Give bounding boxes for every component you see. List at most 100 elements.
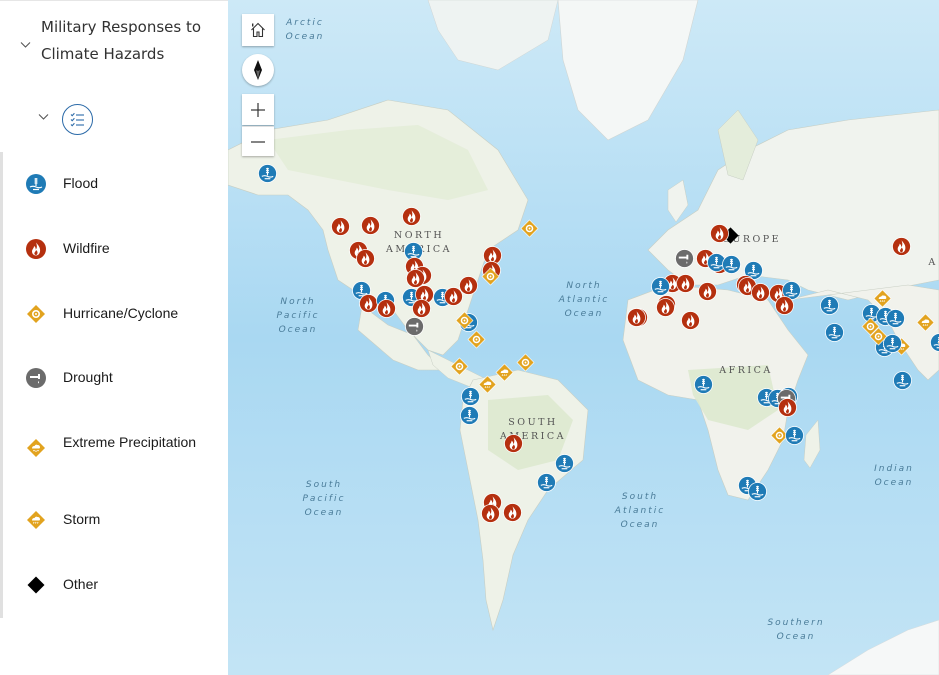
map-marker-wildfire[interactable] [360,215,380,235]
map-marker-wildfire[interactable] [774,295,794,315]
legend-label: Storm [63,511,101,527]
wildfire-icon [709,223,729,243]
chevron-down-icon[interactable] [20,40,32,52]
continent-label-text: AFRICA [719,365,773,376]
legend-label: Wildfire [63,240,110,256]
ocean-label-southern: Southern Ocean [764,616,828,644]
map-marker-hurricane[interactable] [481,267,500,286]
map-marker-flood[interactable] [693,374,713,394]
wildfire-icon [330,216,350,236]
flood-icon [892,370,912,390]
continent-label-text: A [928,257,938,268]
map-marker-wildfire[interactable] [891,236,911,256]
legend-toggle[interactable] [38,104,98,136]
layer-title: Military Responses to Climate Hazards [41,18,202,63]
ocean-label-text: South Atlantic Ocean [614,492,666,530]
map-view[interactable]: Arctic Ocean North Pacific Ocean North A… [228,0,939,675]
hurricane-icon [455,311,473,329]
map-marker-wildfire[interactable] [680,310,700,330]
ocean-label-south-atlantic: South Atlantic Ocean [610,490,670,532]
map-marker-wildfire[interactable] [480,503,500,523]
compass-button[interactable] [242,54,274,86]
map-marker-flood[interactable] [554,453,574,473]
map-marker-flood[interactable] [819,295,839,315]
map-marker-hurricane[interactable] [450,357,469,376]
map-marker-flood[interactable] [721,254,741,274]
map-marker-wildfire[interactable] [655,297,675,317]
hurricane-icon [481,267,499,285]
map-marker-drought[interactable] [674,248,694,268]
home-button[interactable] [242,14,274,46]
map-marker-wildfire[interactable] [675,273,695,293]
flood-icon [536,472,556,492]
map-marker-wildfire[interactable] [502,502,522,522]
map-marker-wildfire[interactable] [503,433,523,453]
flood-icon [460,386,480,406]
map-marker-flood[interactable] [882,333,902,353]
wildfire-icon [503,433,523,453]
map-marker-wildfire[interactable] [355,248,375,268]
legend-label: Extreme Precipitation [63,434,197,450]
hurricane-icon [520,219,538,237]
flood-icon [784,425,804,445]
map-marker-flood[interactable] [536,472,556,492]
map-marker-hurricane[interactable] [516,353,535,372]
continent-label-africa: AFRICA [716,364,776,378]
chevron-down-icon[interactable] [38,112,49,124]
flood-icon [819,295,839,315]
wildfire-icon [891,236,911,256]
wildfire-icon [675,273,695,293]
map-marker-storm[interactable] [495,363,514,382]
flood-icon [693,374,713,394]
map-marker-wildfire[interactable] [411,298,431,318]
map-marker-flood[interactable] [459,405,479,425]
map-marker-wildfire[interactable] [458,275,478,295]
map-marker-hurricane[interactable] [520,219,539,238]
home-icon [251,22,265,38]
flood-icon [459,405,479,425]
map-marker-flood[interactable] [257,163,277,183]
map-marker-flood[interactable] [784,425,804,445]
map-marker-hurricane[interactable] [467,330,486,349]
legend-list-icon[interactable] [62,104,93,135]
map-marker-wildfire[interactable] [750,282,770,302]
storm-icon [26,510,46,530]
ocean-label-south-pacific: South Pacific Ocean [298,478,350,520]
map-marker-flood[interactable] [824,322,844,342]
flood-icon [882,333,902,353]
map-marker-flood[interactable] [892,370,912,390]
legend-item-wildfire: Wildfire [3,229,228,269]
legend-item-hurricane-cyclone: Hurricane/Cyclone [3,294,228,334]
legend-label: Hurricane/Cyclone [63,305,179,321]
map-marker-flood[interactable] [460,386,480,406]
hurricane-icon [516,353,534,371]
map-marker-wildfire[interactable] [709,223,729,243]
minus-icon [251,140,265,143]
legend-item-storm: Storm [3,500,228,540]
map-marker-wildfire[interactable] [626,307,646,327]
map-marker-wildfire[interactable] [330,216,350,236]
zoom-in-button[interactable] [242,94,274,125]
map-marker-wildfire[interactable] [777,397,797,417]
map-marker-wildfire[interactable] [401,206,421,226]
map-marker-drought[interactable] [404,316,424,336]
wildfire-icon [626,307,646,327]
extreme-precipitation-icon [26,438,46,458]
map-marker-hurricane[interactable] [455,311,474,330]
legend-item-other: Other [3,565,228,605]
map-marker-flood[interactable] [885,308,905,328]
flood-icon [721,254,741,274]
ocean-label-north-pacific: North Pacific Ocean [272,295,324,337]
flood-icon [824,322,844,342]
drought-icon [404,316,424,336]
wildfire-icon [777,397,797,417]
map-marker-flood[interactable] [747,481,767,501]
drought-icon [26,368,46,388]
legend-label: Other [63,576,99,592]
ocean-label-text: Indian Ocean [874,464,914,488]
map-marker-wildfire[interactable] [376,298,396,318]
map-marker-wildfire[interactable] [697,281,717,301]
zoom-out-button[interactable] [242,126,274,156]
map-marker-storm[interactable] [916,313,935,332]
map-marker-flood[interactable] [650,276,670,296]
